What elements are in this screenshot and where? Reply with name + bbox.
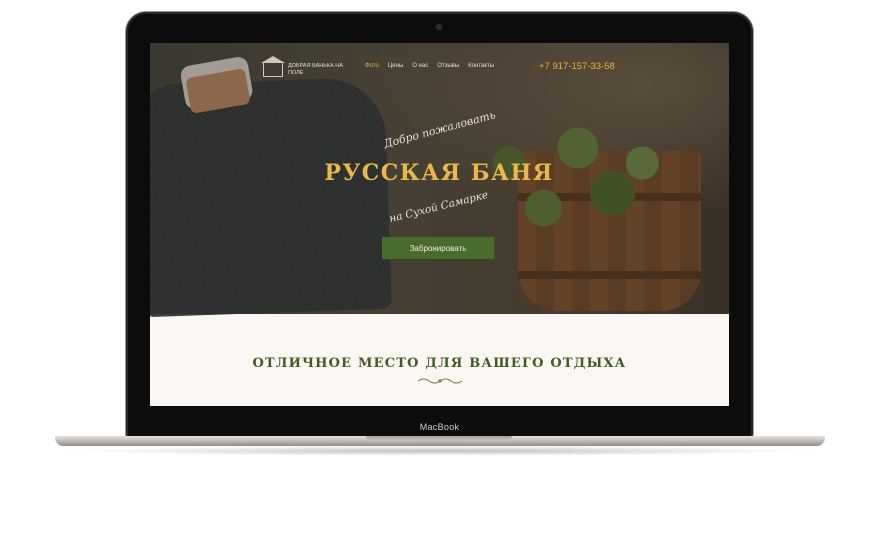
camera-icon [436, 24, 442, 30]
nav-item-about[interactable]: О нас [412, 63, 428, 69]
browser-screen: Добрая банька на поле Фото Цены О нас От… [150, 43, 729, 406]
book-button[interactable]: Забронировать [382, 237, 494, 259]
house-logo-icon [261, 56, 285, 77]
logo-text: Добрая банька на поле [288, 63, 343, 76]
hero-title: Русская баня [324, 160, 554, 186]
device-label: MacBook [419, 422, 460, 432]
nav-item-photo[interactable]: Фото [365, 63, 379, 69]
laptop-shadow [70, 446, 810, 456]
nav-item-reviews[interactable]: Отзывы [437, 63, 459, 69]
nav-item-contacts[interactable]: Контакты [468, 63, 494, 69]
ornament-divider-icon [417, 378, 463, 384]
hero-section: Добрая банька на поле Фото Цены О нас От… [150, 43, 729, 318]
section-title: Отличное место для вашего отдыха [252, 356, 627, 371]
nav-item-prices[interactable]: Цены [388, 63, 403, 69]
laptop-notch [366, 436, 512, 441]
main-nav: Фото Цены О нас Отзывы Контакты [365, 63, 494, 69]
site-logo[interactable]: Добрая банька на поле [261, 56, 344, 77]
phone-link[interactable]: +7 917-157-33-58 [539, 61, 615, 72]
